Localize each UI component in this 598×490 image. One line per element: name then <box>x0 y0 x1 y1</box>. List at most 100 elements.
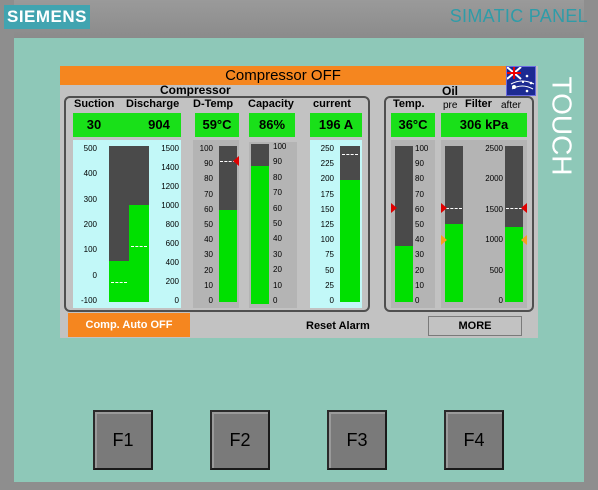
current-scale: 250 225 200 175 150 125 100 75 50 25 0 <box>310 144 334 306</box>
current-limit-line <box>342 154 358 155</box>
svg-text:TOUCH: TOUCH <box>547 76 578 175</box>
oil-after-bar <box>505 146 523 302</box>
scale-tick-label: 50 <box>325 265 334 275</box>
compressor-label: Compressor <box>160 83 231 97</box>
scale-tick-label: 1500 <box>485 204 503 214</box>
scale-tick-label: 500 <box>83 144 97 153</box>
oil-pre-header: pre <box>443 100 458 111</box>
discharge-header: Discharge <box>126 98 180 110</box>
suction-discharge-gauge-panel: 500 400 300 200 100 0 -100 1500 1400 1200 1000 800… <box>73 140 181 308</box>
hmi-screen: Compressor OFF Compressor Oil Suction Di… <box>60 66 538 338</box>
scale-tick-label: 1000 <box>161 201 179 210</box>
oil-filter-header: Filter <box>465 98 492 110</box>
oil-temp-gauge-panel: 100 90 80 70 60 50 40 30 20 10 0 <box>391 140 435 308</box>
f1-key[interactable]: F1 <box>93 410 153 470</box>
scale-tick-label: 100 <box>320 235 334 245</box>
scale-tick-label: 30 <box>273 249 282 259</box>
scale-tick-label: 175 <box>320 189 334 199</box>
scale-tick-label: -100 <box>80 296 97 305</box>
status-title: Compressor OFF <box>60 66 506 85</box>
current-bar-fill <box>340 179 360 302</box>
oil-pre-bar-fill <box>445 224 463 302</box>
scale-tick-label: 90 <box>415 159 424 169</box>
capacity-bar-fill <box>251 166 269 304</box>
scale-tick-label: 50 <box>415 220 424 229</box>
scale-tick-label: 0 <box>498 296 503 305</box>
dtemp-header: D-Temp <box>193 98 234 110</box>
scale-tick-label: 0 <box>174 296 179 305</box>
touch-label: TOUCH <box>547 76 578 175</box>
scale-tick-label: 50 <box>204 220 213 229</box>
discharge-value: 904 <box>148 117 170 132</box>
comp-auto-button[interactable]: Comp. Auto OFF <box>68 313 190 337</box>
scale-tick-label: 225 <box>320 159 334 169</box>
reset-alarm-button[interactable]: Reset Alarm <box>306 320 370 332</box>
capacity-header: Capacity <box>248 98 294 110</box>
scale-tick-label: 80 <box>273 172 282 182</box>
scale-tick-label: 0 <box>415 296 420 305</box>
scale-tick-label: 100 <box>415 144 429 153</box>
scale-tick-label: 60 <box>204 204 213 214</box>
dtemp-bar-fill <box>219 209 237 302</box>
flag-icon[interactable] <box>506 66 536 96</box>
scale-tick-label: 1400 <box>161 163 179 172</box>
scale-tick-label: 500 <box>489 265 503 275</box>
panel-name: SIMATIC PANEL <box>449 6 588 26</box>
scale-tick-label: 400 <box>165 258 179 267</box>
oil-after-limit-line <box>506 208 522 209</box>
suction-discharge-readout: 30 904 <box>73 113 181 137</box>
oil-pre-warning-marker <box>441 235 447 245</box>
more-button[interactable]: MORE <box>428 316 522 336</box>
scale-tick-label: 70 <box>415 189 424 199</box>
scale-tick-label: 70 <box>273 188 282 198</box>
scale-tick-label: 0 <box>273 296 278 305</box>
f2-key[interactable]: F2 <box>210 410 270 470</box>
scale-tick-label: 20 <box>204 265 213 275</box>
scale-tick-label: 100 <box>83 245 97 255</box>
capacity-scale: 100 90 80 70 60 50 40 30 20 10 0 <box>273 142 295 306</box>
oil-temp-value: 36°C <box>391 113 435 137</box>
oil-filter-scale: 2500 2000 1500 1000 500 0 <box>469 144 503 306</box>
scale-tick-label: 60 <box>273 203 282 213</box>
scale-tick-label: 75 <box>325 250 334 260</box>
scale-tick-label: 70 <box>204 189 213 199</box>
f4-key[interactable]: F4 <box>444 410 504 470</box>
oil-temp-scale: 100 90 80 70 60 50 40 30 20 10 0 <box>415 144 435 306</box>
current-value: 196 A <box>310 113 362 137</box>
scale-tick-label: 125 <box>320 220 334 229</box>
scale-tick-label: 200 <box>165 277 179 286</box>
frame-bottom-bezel <box>0 482 598 490</box>
f3-key[interactable]: F3 <box>327 410 387 470</box>
scale-tick-label: 80 <box>204 174 213 184</box>
discharge-setpoint-line <box>131 246 147 247</box>
scale-tick-label: 1200 <box>161 182 179 191</box>
suction-bar <box>109 146 129 302</box>
dtemp-value: 59°C <box>195 113 239 137</box>
scale-tick-label: 100 <box>273 142 287 151</box>
scale-tick-label: 10 <box>204 280 213 290</box>
scale-tick-label: 1500 <box>161 144 179 153</box>
frame-right-bezel <box>584 0 598 490</box>
discharge-scale: 1500 1400 1200 1000 800 600 400 200 0 <box>149 144 179 306</box>
scale-tick-label: 2000 <box>485 174 503 184</box>
scale-tick-label: 800 <box>165 220 179 229</box>
dtemp-gauge-panel: 100 90 80 70 60 50 40 30 20 10 0 <box>193 140 239 308</box>
scale-tick-label: 80 <box>415 174 424 184</box>
discharge-bar-fill <box>129 205 149 302</box>
current-gauge-panel: 250 225 200 175 150 125 100 75 50 25 0 <box>310 140 362 308</box>
scale-tick-label: 40 <box>415 235 424 245</box>
oil-pre-alarm-marker <box>441 203 447 213</box>
scale-tick-label: 90 <box>204 159 213 169</box>
suction-header: Suction <box>74 98 115 110</box>
scale-tick-label: 30 <box>415 250 424 260</box>
scale-tick-label: 20 <box>273 265 282 275</box>
scale-tick-label: 40 <box>273 234 282 244</box>
siemens-logo: SIEMENS <box>4 5 90 29</box>
scale-tick-label: 2500 <box>485 144 503 153</box>
oil-temp-bar <box>395 146 413 302</box>
scale-tick-label: 10 <box>415 280 424 290</box>
capacity-value: 86% <box>249 113 295 137</box>
dtemp-bar <box>219 146 237 302</box>
oil-after-warning-marker <box>521 235 527 245</box>
oil-temp-alarm-marker <box>391 203 397 213</box>
